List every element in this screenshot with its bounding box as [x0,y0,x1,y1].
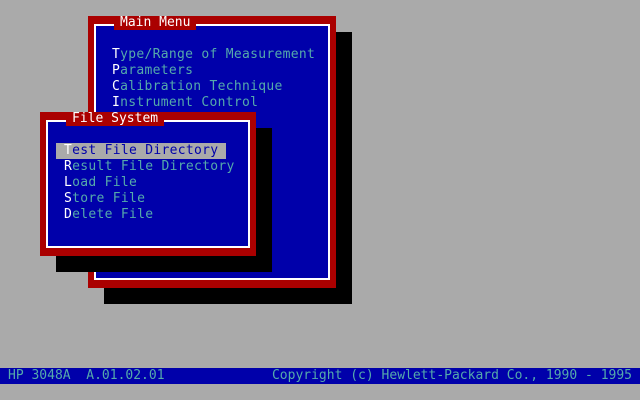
file-system-window: File System Test File Directory Result F… [40,112,256,256]
status-version: HP 3048A A.01.02.01 [8,368,165,383]
main-menu-item-instrument-control[interactable]: Instrument Control [112,95,315,111]
main-menu-item-calibration[interactable]: Calibration Technique [112,79,315,95]
main-menu-item-type-range[interactable]: Type/Range of Measurement [112,47,315,63]
main-menu-list: Type/Range of Measurement Parameters Cal… [112,47,315,111]
status-copyright: Copyright (c) Hewlett-Packard Co., 1990 … [271,368,632,383]
file-system-item-store-file[interactable]: Store File [56,191,235,207]
file-system-title: File System [66,112,165,126]
file-system-item-result-file-directory[interactable]: Result File Directory [56,159,235,175]
file-system-item-load-file[interactable]: Load File [56,175,235,191]
main-menu-item-parameters[interactable]: Parameters [112,63,315,79]
file-system-item-test-file-directory[interactable]: Test File Directory [56,143,227,159]
file-system-list: Test File Directory Result File Director… [56,143,235,223]
file-system-item-delete-file[interactable]: Delete File [56,207,235,223]
status-bar: HP 3048A A.01.02.01 Copyright (c) Hewlet… [0,368,640,384]
main-menu-title: Main Menu [114,16,197,30]
